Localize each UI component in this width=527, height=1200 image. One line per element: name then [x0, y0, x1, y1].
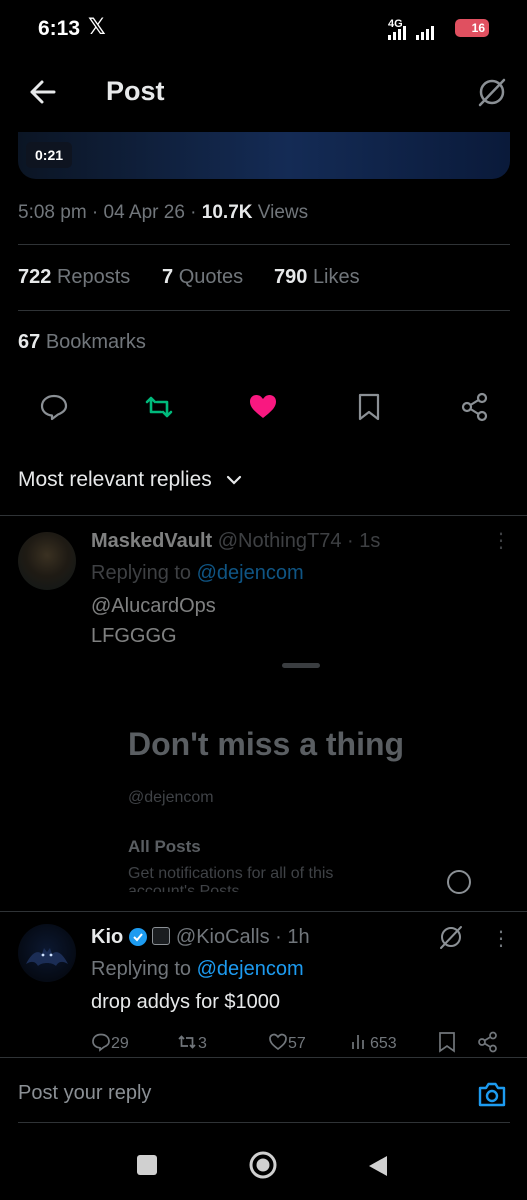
status-bar: 6:13 𝕏 4G 16 [0, 0, 527, 60]
affiliate-badge-icon [152, 927, 171, 945]
replying-to-prefix: Replying to [91, 958, 192, 980]
likes-count: 790 [274, 266, 308, 288]
divider [0, 1057, 527, 1058]
bookmark-icon[interactable] [356, 392, 382, 422]
recents-button-icon[interactable] [137, 1155, 157, 1175]
bookmarks-count: 67 [18, 331, 41, 353]
quotes-count: 7 [162, 266, 174, 288]
views-count: 10.7K [201, 202, 253, 223]
like-icon [269, 1033, 287, 1051]
like-count: 57 [288, 1035, 306, 1052]
quotes-label: Quotes [178, 266, 244, 288]
reply-text: drop addys for $1000 [91, 991, 281, 1013]
verified-badge-icon [128, 928, 147, 946]
x-logo-icon: 𝕏 [88, 14, 106, 39]
repost-icon [178, 1035, 196, 1049]
divider [18, 244, 510, 245]
replying-to-link[interactable]: @dejencom [197, 958, 304, 980]
bookmarks-stat[interactable]: 67 Bookmarks [18, 331, 146, 354]
reply-author-handle[interactable]: @NothingT74 [218, 530, 342, 552]
divider [0, 515, 527, 516]
divider [18, 1122, 510, 1123]
reply-count: 29 [111, 1035, 129, 1052]
reply-time: 1h [287, 926, 310, 948]
video-duration: 0:21 [26, 142, 73, 168]
home-button-icon[interactable] [248, 1150, 278, 1180]
system-navigation-bar [0, 1125, 527, 1200]
repost-count: 3 [198, 1035, 207, 1052]
back-button-icon[interactable] [366, 1154, 390, 1178]
avatar[interactable] [18, 924, 76, 982]
grok-icon[interactable] [438, 924, 464, 950]
notifications-sheet: Don't miss a thing @dejencom All Posts G… [0, 655, 527, 900]
reply-text: LFGGGG [91, 625, 177, 647]
reply-icon [92, 1033, 110, 1052]
page-title: Post [106, 76, 165, 106]
views-label: Views [257, 202, 309, 223]
status-time: 6:13 [38, 17, 81, 40]
post-time: 5:08 pm [18, 202, 87, 223]
like-count-button[interactable]: 57 [268, 1032, 306, 1053]
grok-icon[interactable] [476, 76, 508, 108]
quotes-stat[interactable]: 7 Quotes [162, 266, 243, 289]
sheet-title: Don't miss a thing [128, 726, 405, 762]
reply-author-handle[interactable]: @KioCalls [176, 926, 270, 948]
reposts-stat[interactable]: 722 Reposts [18, 266, 130, 289]
views-count: 653 [370, 1035, 397, 1052]
reply-count-button[interactable]: 29 [91, 1032, 129, 1053]
replying-to-link[interactable]: @dejencom [197, 562, 304, 584]
repost-count-button[interactable]: 3 [176, 1032, 207, 1053]
video-player[interactable] [18, 132, 510, 179]
replies-sort-label: Most relevant replies [18, 468, 212, 491]
sheet-handle-text: @dejencom [128, 789, 214, 806]
signal-icon [388, 26, 434, 40]
reposts-label: Reposts [56, 266, 131, 288]
post-meta: 5:08 pm · 04 Apr 26 · 10.7K Views [18, 202, 309, 223]
like-icon[interactable] [248, 392, 278, 420]
battery-indicator: 16 [455, 19, 489, 37]
reposts-count: 722 [18, 266, 52, 288]
reply-author-name[interactable]: Kio [91, 926, 123, 948]
reply-time: 1s [359, 530, 381, 552]
bookmarks-label: Bookmarks [45, 331, 146, 353]
reply-input[interactable]: Post your reply [18, 1082, 151, 1105]
views-button[interactable]: 653 [350, 1032, 397, 1053]
repost-icon[interactable] [143, 392, 175, 422]
back-arrow-icon[interactable] [28, 78, 56, 106]
more-options-icon[interactable]: ⋮ [491, 528, 511, 553]
likes-label: Likes [312, 266, 360, 288]
share-icon[interactable] [477, 1031, 499, 1053]
likes-stat[interactable]: 790 Likes [274, 266, 360, 289]
replies-sort-dropdown[interactable]: Most relevant replies [18, 468, 242, 492]
reply-item[interactable]: Kio @KioCalls · 1h ⋮ Replying to @dejenc… [0, 912, 527, 1057]
replying-to-prefix: Replying to [91, 562, 192, 584]
avatar[interactable] [18, 532, 76, 590]
divider [18, 310, 510, 311]
reply-author-name[interactable]: MaskedVault [91, 530, 212, 552]
analytics-icon [352, 1035, 364, 1049]
reply-icon[interactable] [39, 392, 69, 422]
option-description-cut: account's Posts [128, 884, 240, 892]
camera-icon[interactable] [477, 1080, 507, 1108]
sheet-drag-handle[interactable] [282, 663, 320, 668]
post-date: 04 Apr 26 [103, 202, 185, 223]
more-options-icon[interactable]: ⋮ [491, 926, 511, 951]
share-icon[interactable] [460, 392, 490, 422]
option-description: Get notifications for all of this [128, 865, 334, 882]
reply-item[interactable]: MaskedVault @NothingT74 · 1s ⋮ Replying … [0, 520, 527, 670]
chevron-down-icon [226, 475, 241, 485]
reply-text: @AlucardOps [91, 595, 216, 617]
option-radio[interactable] [447, 870, 471, 894]
option-title: All Posts [128, 837, 201, 856]
batman-avatar-icon [26, 948, 68, 966]
bookmark-icon[interactable] [437, 1031, 457, 1053]
